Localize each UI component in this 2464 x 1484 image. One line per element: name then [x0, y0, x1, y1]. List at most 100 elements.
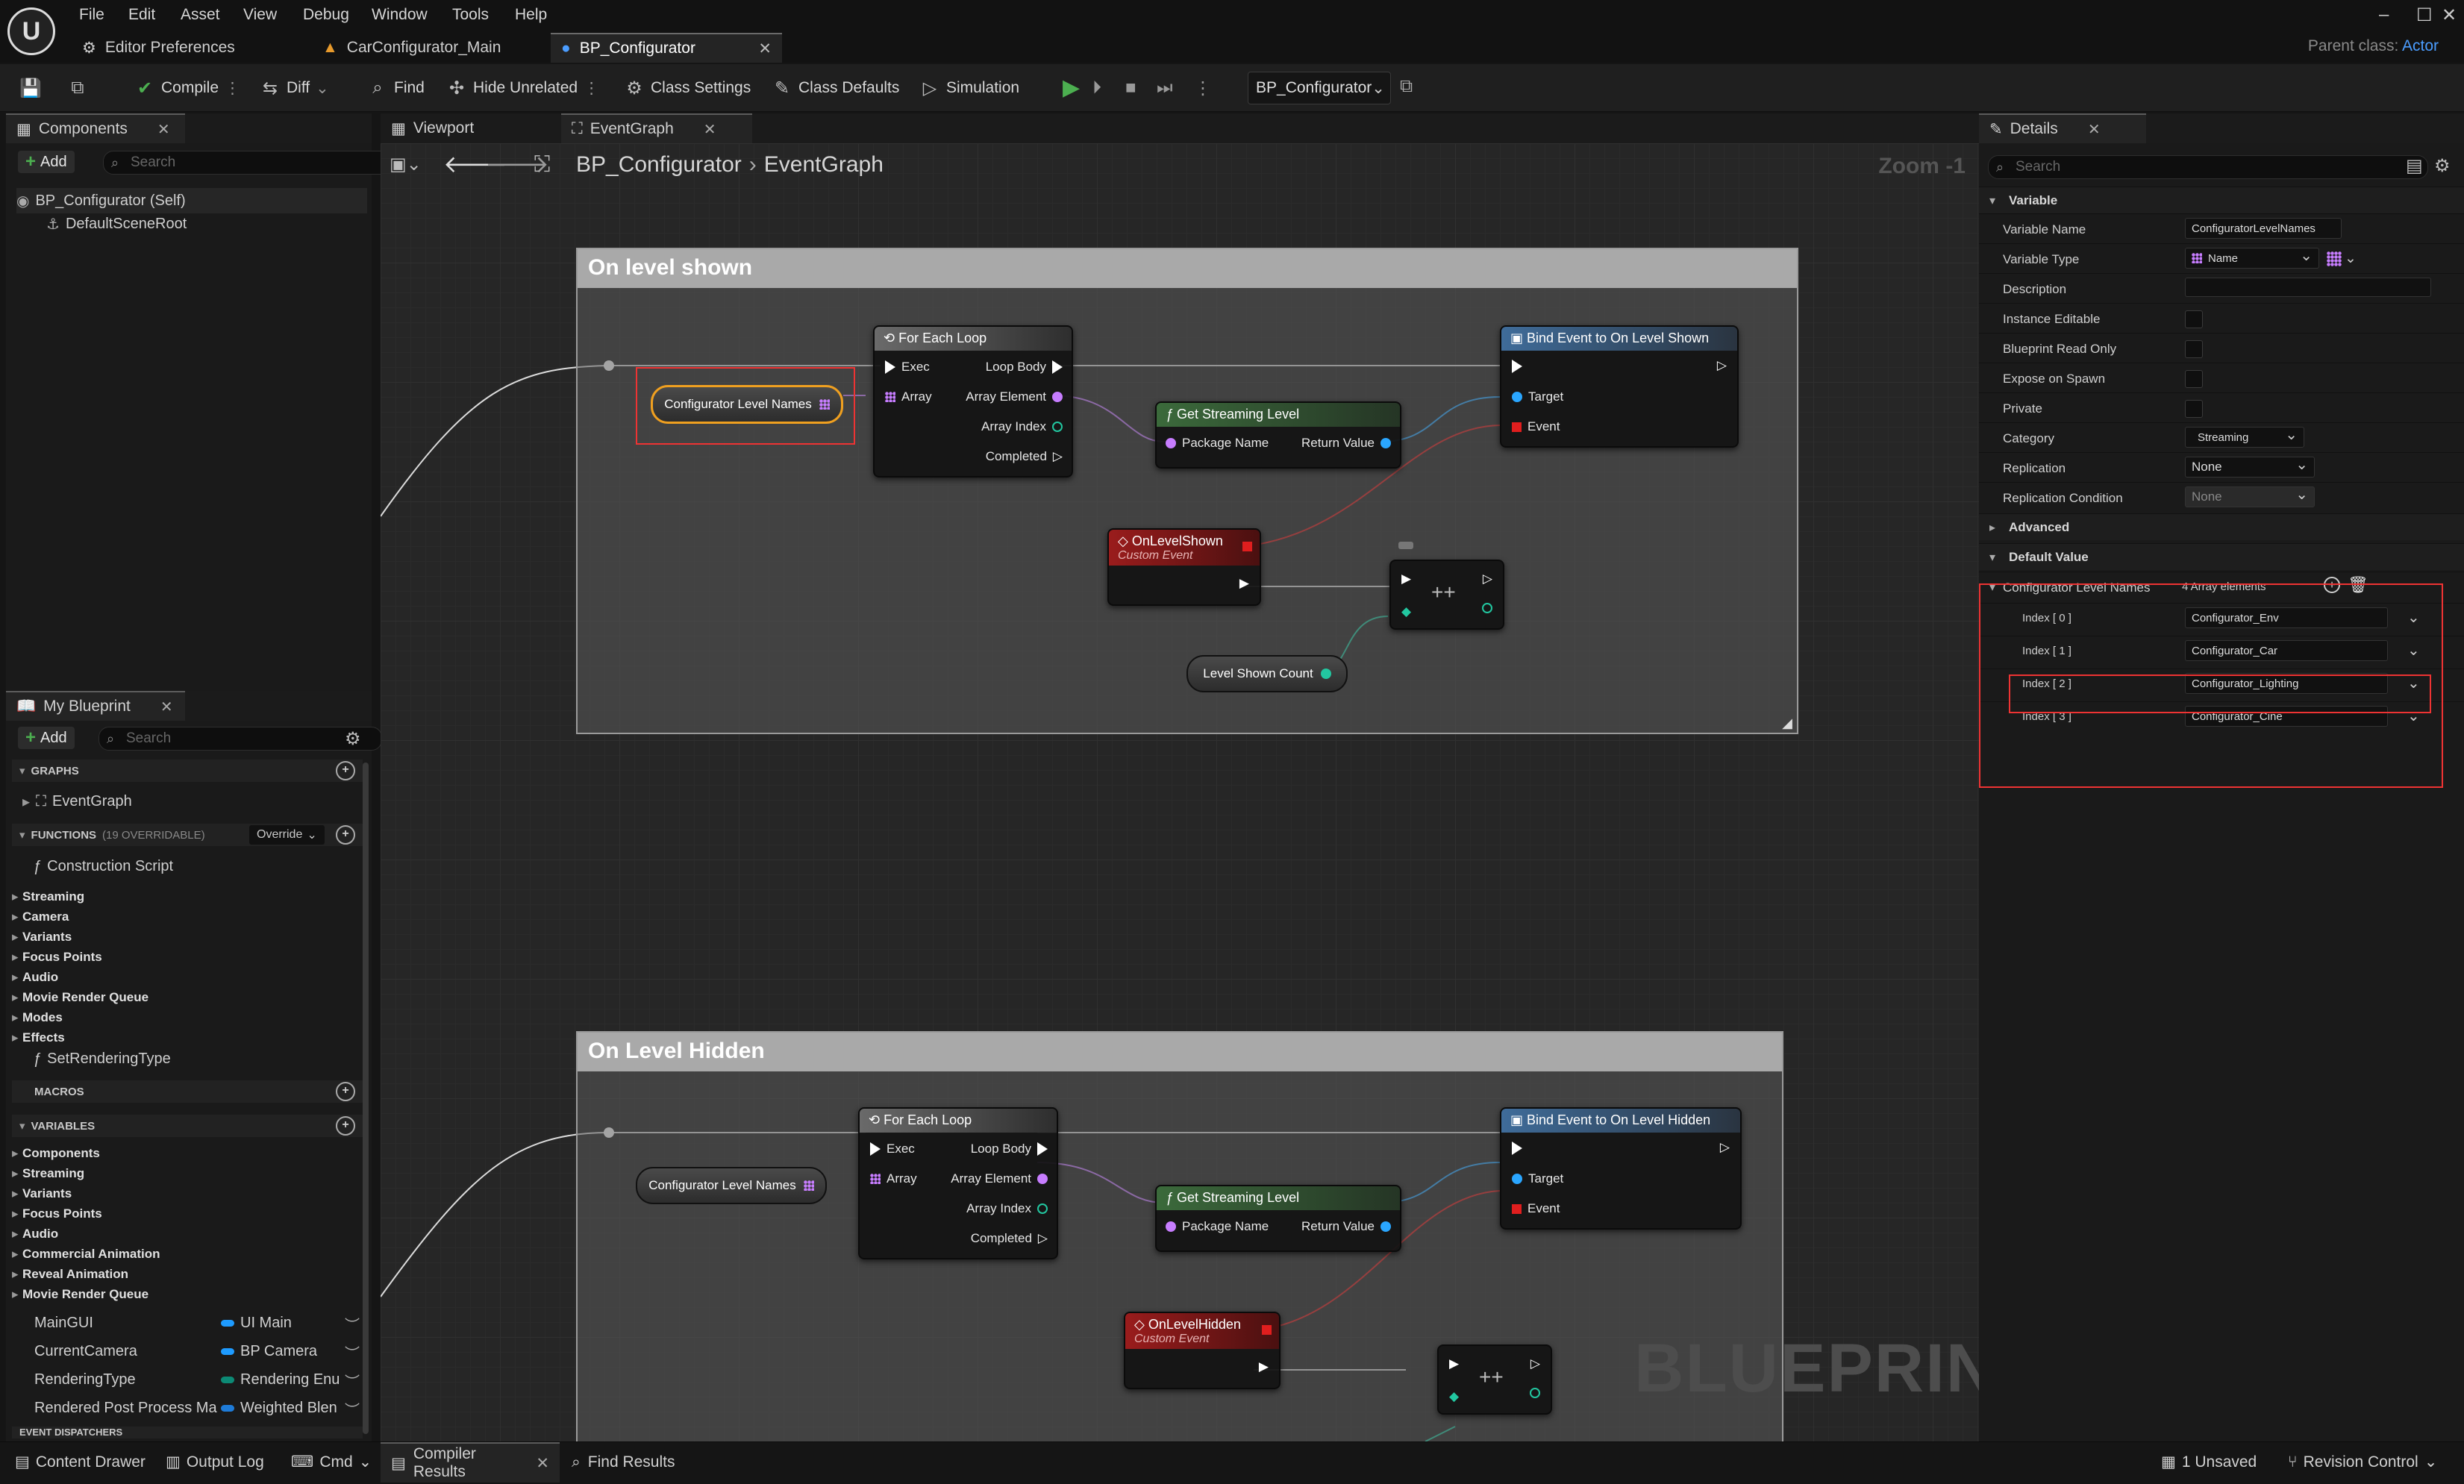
settings-gear-icon[interactable]: ⚙: [2434, 155, 2451, 177]
variable-rendering-type[interactable]: RenderingType Rendering Enu ︶: [34, 1367, 363, 1392]
close-icon[interactable]: ✕: [157, 120, 170, 139]
pin-event[interactable]: Event: [1512, 419, 1560, 434]
diff-button[interactable]: ⇆ Diff ⌄: [260, 75, 329, 101]
unreal-logo-icon[interactable]: U: [7, 7, 55, 55]
container-type-dropdown[interactable]: ⌄: [2327, 250, 2357, 267]
close-icon[interactable]: ✕: [704, 120, 716, 139]
section-variable[interactable]: ▾ Variable: [1979, 187, 2464, 213]
node-bind-event-on-level-hidden[interactable]: ▣ Bind Event to On Level Hidden ▷ Target…: [1500, 1107, 1742, 1230]
compile-button[interactable]: ✔ Compile ⋮: [134, 75, 240, 101]
step-icon[interactable]: ⏵: [1092, 78, 1101, 98]
function-construction-script[interactable]: ƒ Construction Script: [33, 858, 173, 875]
parent-class-value[interactable]: Actor: [2402, 37, 2439, 54]
node-on-level-shown-event[interactable]: ◇ OnLevelShown Custom Event ▶: [1107, 528, 1261, 606]
variable-main-gui[interactable]: MainGUI UI Main ︶: [34, 1310, 363, 1336]
debug-filter-icon[interactable]: ⧉: [1400, 76, 1413, 97]
blueprint-read-only-checkbox[interactable]: [2185, 340, 2203, 358]
pin-target[interactable]: Target: [1512, 389, 1563, 404]
close-icon[interactable]: ✕: [2088, 120, 2101, 139]
pin-value-out[interactable]: [1482, 603, 1492, 613]
save-icon[interactable]: 💾: [19, 75, 42, 101]
section-graphs[interactable]: ▾ GRAPHS +: [12, 760, 363, 782]
private-checkbox[interactable]: [2185, 400, 2203, 418]
pin-array-index[interactable]: Array Index: [981, 419, 1063, 434]
variable-category-variants[interactable]: Variants: [12, 1186, 72, 1201]
variable-rendered-post-process[interactable]: Rendered Post Process Ma Weighted Blen ︶: [34, 1395, 363, 1421]
node-increment[interactable]: ▶ ▷ ++ ◆: [1437, 1344, 1552, 1415]
function-set-rendering-type[interactable]: ƒ SetRenderingType: [33, 1051, 171, 1068]
eye-icon[interactable]: ︶: [345, 1398, 360, 1420]
delegate-pin[interactable]: [1242, 542, 1252, 551]
component-self[interactable]: ◉ BP_Configurator (Self): [16, 188, 367, 213]
pin-package-name[interactable]: Package Name: [1166, 1219, 1269, 1234]
tab-my-blueprint[interactable]: 📖 My Blueprint ✕: [6, 691, 185, 721]
pin-exec-in[interactable]: ▶: [1401, 572, 1411, 586]
menu-edit[interactable]: Edit: [128, 6, 155, 24]
tab-find-results[interactable]: ⌕ Find Results: [561, 1442, 710, 1483]
browse-icon[interactable]: ⧉: [67, 75, 88, 101]
eye-icon[interactable]: ︶: [345, 1341, 360, 1363]
pin-target[interactable]: Target: [1512, 1171, 1563, 1186]
stop-icon[interactable]: ■: [1125, 78, 1136, 98]
var-node-configurator-level-names[interactable]: Configurator Level Names: [636, 1167, 827, 1204]
pin-completed[interactable]: Completed ▷: [971, 1231, 1048, 1246]
variable-name-field[interactable]: ConfiguratorLevelNames: [2185, 218, 2342, 239]
pin-completed[interactable]: Completed ▷: [986, 449, 1063, 464]
pin-array-index[interactable]: Array Index: [966, 1201, 1048, 1216]
comment-title[interactable]: On level shown: [578, 249, 1797, 288]
node-increment[interactable]: ▶ ▷ ++ ◆: [1389, 560, 1504, 630]
tab-eventgraph[interactable]: ⛶ EventGraph ✕: [561, 113, 752, 143]
comment-box-level-shown[interactable]: On level shown ◢: [576, 248, 1798, 734]
variable-category-audio[interactable]: Audio: [12, 1227, 58, 1242]
node-for-each-loop[interactable]: ⟲ For Each Loop Exec Array Loop Body Arr…: [873, 325, 1073, 478]
pin-exec[interactable]: Exec: [885, 360, 930, 375]
pin-loop-body[interactable]: Loop Body: [971, 1142, 1048, 1156]
function-category-streaming[interactable]: Streaming: [12, 889, 84, 904]
function-category-focus-points[interactable]: Focus Points: [12, 950, 102, 965]
pin-exec-out[interactable]: ▷: [1717, 358, 1727, 373]
more-icon[interactable]: ⋮: [1194, 78, 1212, 99]
add-component-button[interactable]: + Add: [18, 151, 75, 173]
close-window-icon[interactable]: ✕: [2442, 4, 2457, 26]
section-advanced[interactable]: ▸ Advanced: [1979, 513, 2464, 540]
variable-current-camera[interactable]: CurrentCamera BP Camera ︶: [34, 1339, 363, 1364]
section-functions[interactable]: ▾ FUNCTIONS (19 OVERRIDABLE) Override ⌄ +: [12, 824, 363, 846]
tab-compiler-results[interactable]: ▤ Compiler Results ✕: [381, 1442, 560, 1483]
menu-debug[interactable]: Debug: [303, 6, 349, 24]
pin-exec-in[interactable]: [1512, 1142, 1522, 1155]
pin-exec-out[interactable]: ▷: [1483, 572, 1492, 586]
add-member-button[interactable]: + Add: [18, 727, 75, 749]
function-category-camera[interactable]: Camera: [12, 910, 69, 924]
output-log-button[interactable]: ▥ Output Log: [166, 1453, 264, 1471]
variable-category-streaming[interactable]: Streaming: [12, 1166, 84, 1181]
components-search-input[interactable]: ⌕ Search: [103, 151, 401, 175]
function-category-effects[interactable]: Effects: [12, 1030, 65, 1045]
pin-package-name[interactable]: Package Name: [1166, 436, 1269, 451]
simulation-button[interactable]: ▷ Simulation: [919, 75, 1019, 101]
pin-array[interactable]: Array: [870, 1171, 917, 1186]
function-category-variants[interactable]: Variants: [12, 930, 72, 945]
pin-array-element[interactable]: Array Element: [966, 389, 1063, 404]
section-default-value[interactable]: ▾ Default Value: [1979, 543, 2464, 570]
node-on-level-hidden-event[interactable]: ◇ OnLevelHidden Custom Event ▶: [1124, 1312, 1281, 1389]
variable-type-dropdown[interactable]: Name: [2185, 246, 2319, 269]
graph-item-eventgraph[interactable]: ▸ ⛶ EventGraph: [22, 792, 132, 811]
tab-components[interactable]: ▦ Components ✕: [6, 113, 185, 143]
node-get-streaming-level[interactable]: ƒ Get Streaming Level Package Name Retur…: [1155, 401, 1401, 469]
replication-condition-dropdown[interactable]: None: [2185, 485, 2315, 507]
node-bind-event-on-level-shown[interactable]: ▣ Bind Event to On Level Shown ▷ Target …: [1500, 325, 1739, 448]
category-dropdown[interactable]: Streaming: [2185, 425, 2304, 448]
scrollbar[interactable]: [363, 763, 369, 1434]
tab-viewport[interactable]: ▦ Viewport: [381, 113, 552, 143]
close-icon[interactable]: ✕: [160, 698, 173, 716]
function-category-movie-render-queue[interactable]: Movie Render Queue: [12, 990, 148, 1005]
menu-asset[interactable]: Asset: [181, 6, 220, 24]
section-macros[interactable]: MACROS +: [12, 1080, 363, 1103]
eye-icon[interactable]: ︶: [345, 1313, 360, 1335]
tab-details[interactable]: ✎ Details ✕: [1979, 113, 2146, 143]
variable-category-movie-render-queue[interactable]: Movie Render Queue: [12, 1287, 148, 1302]
tab-car-configurator-main[interactable]: ▲ CarConfigurator_Main: [312, 33, 511, 63]
add-macro-icon[interactable]: +: [336, 1082, 355, 1101]
content-drawer-button[interactable]: ▤ Content Drawer: [15, 1453, 146, 1471]
play-icon[interactable]: ▶: [1063, 75, 1080, 101]
